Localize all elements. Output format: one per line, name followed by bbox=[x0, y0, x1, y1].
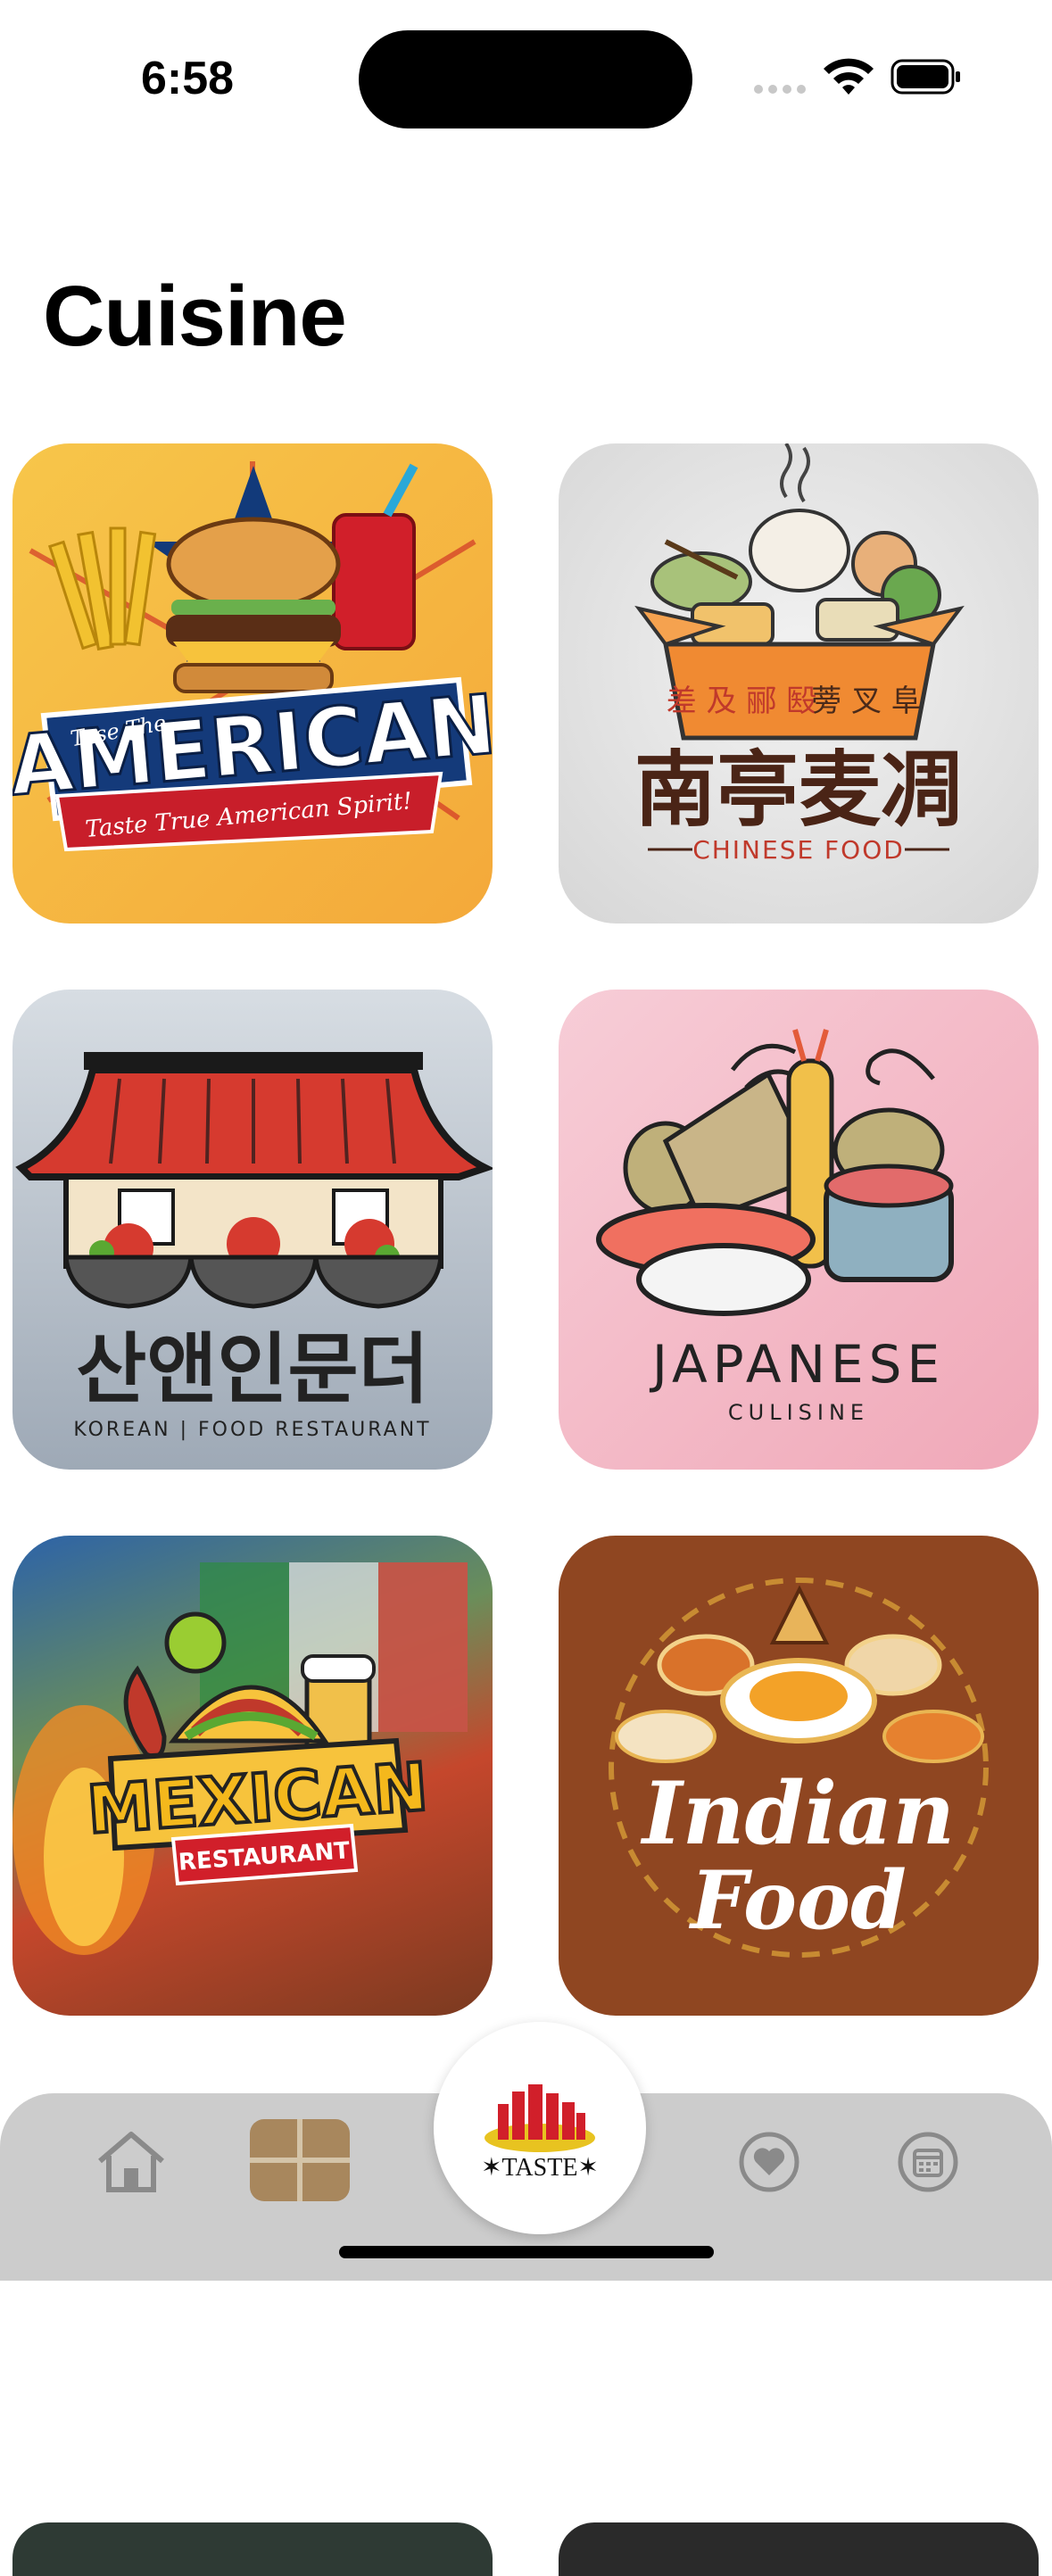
korean-logo-art: 산앤인문더 KOREAN | FOOD RESTAURANT bbox=[15, 1052, 493, 1441]
grid-icon bbox=[250, 2119, 350, 2201]
korean-subline: KOREAN | FOOD RESTAURANT bbox=[73, 1419, 431, 1441]
status-bar: 6:58 bbox=[0, 0, 1052, 161]
tab-calendar[interactable] bbox=[879, 2122, 977, 2202]
cuisine-card-peek-left[interactable] bbox=[12, 2522, 493, 2576]
mexican-logo-art: MEXICAN RESTAURANT bbox=[12, 1562, 468, 1955]
status-time: 6:58 bbox=[141, 53, 235, 104]
calendar-icon bbox=[898, 2132, 958, 2192]
home-indicator[interactable] bbox=[339, 2246, 714, 2258]
chinese-headline: 南亭麦凋 bbox=[634, 741, 963, 838]
indian-subline: Food bbox=[688, 1853, 907, 1948]
indian-logo-art: Indian Food bbox=[609, 1578, 989, 1958]
battery-icon bbox=[890, 59, 960, 95]
taste-center-button[interactable]: ✶TASTE✶ bbox=[434, 2022, 646, 2234]
wifi-icon bbox=[824, 58, 874, 95]
japanese-headline: JAPANESE bbox=[650, 1334, 945, 1395]
heart-icon bbox=[739, 2132, 799, 2192]
chinese-subline: CHINESE FOOD bbox=[692, 835, 905, 865]
indian-headline: Indian bbox=[640, 1763, 955, 1864]
cuisine-card-korean[interactable]: 산앤인문더 KOREAN | FOOD RESTAURANT bbox=[12, 990, 493, 1470]
cellular-signal-icon bbox=[754, 85, 806, 94]
korean-headline: 산앤인문더 bbox=[76, 1325, 429, 1414]
american-logo-art: AMERICAN Taste True American Spirit! Tas… bbox=[12, 461, 493, 852]
page-title: Cuisine bbox=[43, 269, 347, 364]
japanese-subline: CULISINE bbox=[728, 1400, 869, 1425]
svg-text:蒡 叉 阜: 蒡 叉 阜 bbox=[811, 683, 922, 719]
japanese-logo-art: JAPANESE CULISINE bbox=[596, 1029, 954, 1425]
cuisine-card-chinese[interactable]: 差 及 郦 殹 蒡 叉 阜 南亭麦凋 CHINESE FOOD bbox=[559, 443, 1039, 924]
svg-text:差 及 郦 殹: 差 及 郦 殹 bbox=[667, 683, 816, 719]
taste-label: ✶TASTE✶ bbox=[481, 2154, 599, 2182]
chinese-logo-art: 差 及 郦 殹 蒡 叉 阜 南亭麦凋 CHINESE FOOD bbox=[634, 443, 965, 865]
cuisine-card-peek-right[interactable] bbox=[559, 2522, 1039, 2576]
dynamic-island bbox=[359, 30, 692, 128]
tab-home[interactable] bbox=[82, 2122, 180, 2202]
home-icon bbox=[98, 2132, 164, 2192]
cuisine-card-japanese[interactable]: JAPANESE CULISINE bbox=[559, 990, 1039, 1470]
tab-categories[interactable] bbox=[248, 2117, 352, 2203]
cuisine-card-american[interactable]: AMERICAN Taste True American Spirit! Tas… bbox=[12, 443, 493, 924]
taste-logo-icon bbox=[485, 2084, 595, 2152]
cuisine-card-mexican[interactable]: MEXICAN RESTAURANT bbox=[12, 1536, 493, 2016]
cuisine-card-indian[interactable]: Indian Food bbox=[559, 1536, 1039, 2016]
tab-favorites[interactable] bbox=[720, 2122, 818, 2202]
